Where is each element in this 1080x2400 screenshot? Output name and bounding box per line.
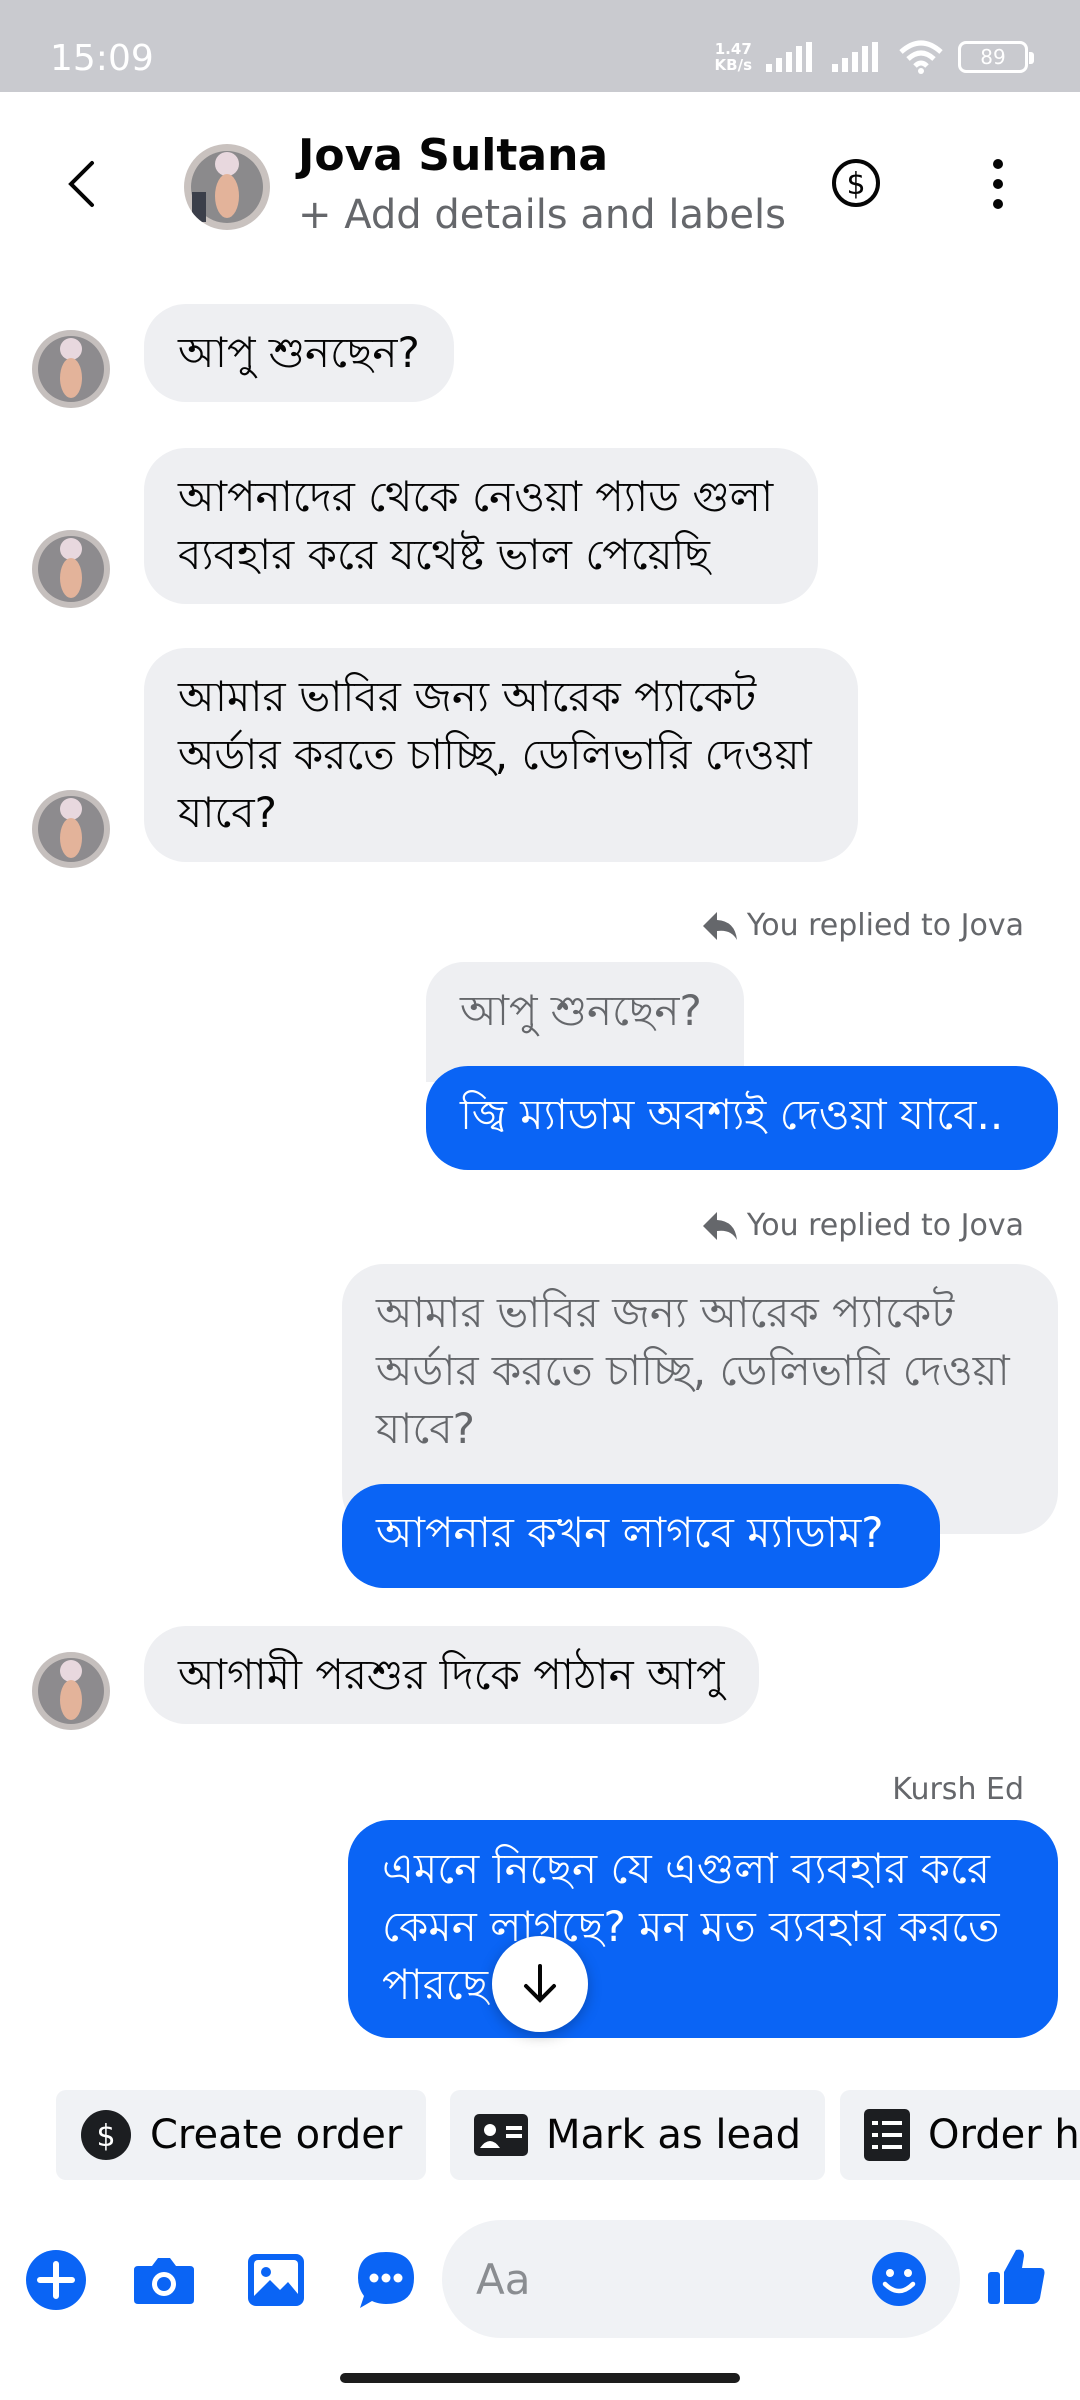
quick-actions-bar: $ Create order Mark as lead Order h bbox=[0, 2090, 1080, 2182]
message-bubble-outgoing[interactable]: এমনে নিছেন যে এগুলা ব্যবহার করে কেমন লাগ… bbox=[348, 1820, 1058, 2038]
add-details-link[interactable]: + Add details and labels bbox=[298, 192, 786, 238]
reply-arrow-icon bbox=[702, 911, 737, 940]
image-icon bbox=[248, 2254, 304, 2306]
reply-indicator: You replied to Jova bbox=[701, 1208, 1024, 1243]
camera-icon bbox=[134, 2258, 194, 2304]
sender-avatar bbox=[32, 790, 110, 868]
back-button[interactable] bbox=[56, 152, 106, 216]
status-icons: 1.47 KB/s 89 bbox=[714, 40, 1034, 74]
contact-name[interactable]: Jova Sultana bbox=[298, 130, 608, 181]
reply-arrow-icon bbox=[702, 1211, 737, 1240]
status-bar: 15:09 1.47 KB/s 89 bbox=[0, 0, 1080, 92]
thumbs-up-icon bbox=[988, 2249, 1045, 2304]
mark-as-lead-button[interactable]: Mark as lead bbox=[450, 2090, 826, 2180]
id-card-icon bbox=[474, 2114, 528, 2156]
chevron-left-icon bbox=[68, 161, 94, 207]
gallery-button[interactable] bbox=[244, 2248, 308, 2312]
message-bubble-incoming[interactable]: আপনাদের থেকে নেওয়া প্যাড গুলা ব্যবহার ক… bbox=[144, 448, 818, 604]
more-options-button[interactable] bbox=[975, 154, 1021, 214]
arrow-down-icon bbox=[524, 1964, 556, 2003]
create-order-button[interactable]: $ Create order bbox=[56, 2090, 427, 2180]
plus-circle-icon bbox=[26, 2250, 86, 2310]
chat-bubble-icon bbox=[358, 2252, 414, 2308]
scroll-to-bottom-button[interactable] bbox=[492, 1936, 588, 2032]
more-vertical-icon bbox=[993, 159, 1003, 209]
signal-icon bbox=[766, 42, 812, 72]
like-button[interactable] bbox=[984, 2244, 1048, 2308]
dollar-circle-icon: $ bbox=[81, 2110, 131, 2160]
dollar-circle-icon: $ bbox=[832, 159, 880, 207]
sender-avatar bbox=[32, 330, 110, 408]
saved-replies-button[interactable] bbox=[354, 2248, 418, 2312]
reply-indicator: You replied to Jova bbox=[701, 908, 1024, 943]
home-indicator[interactable] bbox=[340, 2373, 740, 2383]
sender-avatar bbox=[32, 1652, 110, 1730]
smiley-icon bbox=[872, 2252, 926, 2306]
chat-header: Jova Sultana + Add details and labels $ bbox=[0, 92, 1080, 282]
message-bubble-incoming[interactable]: আপু শুনছেন? bbox=[144, 304, 454, 402]
payments-button[interactable]: $ bbox=[830, 157, 882, 209]
signal-icon-2 bbox=[832, 42, 878, 72]
message-composer bbox=[0, 2210, 1080, 2340]
network-speed: 1.47 KB/s bbox=[714, 40, 752, 74]
camera-button[interactable] bbox=[132, 2248, 196, 2312]
svg-text:$: $ bbox=[846, 167, 865, 202]
message-bubble-outgoing[interactable]: জ্বি ম্যাডাম অবশ্যই দেওয়া যাবে.. bbox=[426, 1066, 1058, 1170]
quoted-message[interactable]: আপু শুনছেন? bbox=[426, 962, 744, 1082]
message-bubble-incoming[interactable]: আগামী পরশুর দিকে পাঠান আপু bbox=[144, 1626, 759, 1724]
sender-name: Kursh Ed bbox=[892, 1772, 1024, 1807]
wifi-icon bbox=[899, 40, 943, 74]
sender-avatar bbox=[32, 530, 110, 608]
svg-text:$: $ bbox=[96, 2119, 115, 2154]
message-bubble-incoming[interactable]: আমার ভাবির জন্য আরেক প্যাকেট অর্ডার করতে… bbox=[144, 648, 858, 862]
receipt-list-icon bbox=[864, 2109, 910, 2161]
emoji-button[interactable] bbox=[870, 2250, 928, 2308]
contact-avatar[interactable] bbox=[184, 144, 270, 230]
add-button[interactable] bbox=[24, 2248, 88, 2312]
battery-indicator: 89 bbox=[958, 41, 1034, 73]
status-time: 15:09 bbox=[50, 38, 154, 79]
order-history-button[interactable]: Order h bbox=[840, 2090, 1080, 2180]
message-bubble-outgoing[interactable]: আপনার কখন লাগবে ম্যাডাম? bbox=[342, 1484, 940, 1588]
